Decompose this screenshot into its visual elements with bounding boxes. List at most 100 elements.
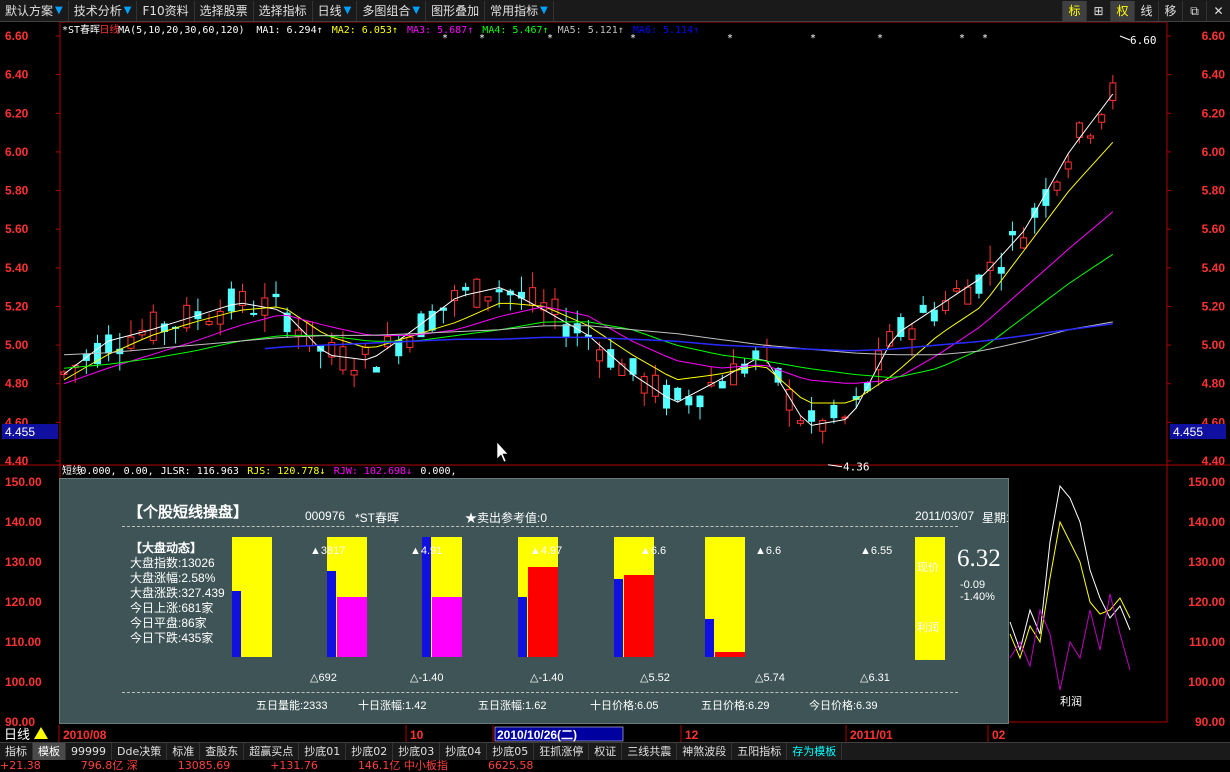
- candle-body: [484, 296, 492, 302]
- price-column: 现价 利润: [915, 537, 945, 660]
- bar-top-label: ▲4.91: [410, 545, 443, 557]
- indicator-tick-label: 120.00: [5, 595, 42, 609]
- indicator-readout: 0.000,: [80, 466, 116, 477]
- chart-period: 日线: [100, 23, 120, 36]
- candle-body: [607, 349, 615, 368]
- toolbar-button[interactable]: ✕: [1206, 1, 1230, 21]
- status-value: +131.76: [270, 760, 318, 772]
- period-warning-icon: [34, 727, 48, 739]
- candle-body: [250, 312, 258, 315]
- divider: [122, 526, 958, 527]
- template-tab[interactable]: 抄底03: [393, 743, 441, 760]
- toolbar-item[interactable]: 选择股票: [195, 0, 254, 21]
- price-tick-label: 5.20: [5, 299, 29, 313]
- template-tab[interactable]: 存为模板: [787, 743, 843, 760]
- indicator-bar: [232, 537, 272, 657]
- price-tick-label: 6.60: [1202, 29, 1226, 43]
- candle-body: [1020, 237, 1028, 249]
- candle-body: [1098, 114, 1106, 123]
- toolbar-button[interactable]: ⊞: [1086, 1, 1110, 21]
- toolbar-button[interactable]: 线: [1134, 1, 1158, 21]
- template-tab[interactable]: 查股东: [200, 743, 245, 760]
- price-change: -0.09 -1.40%: [960, 579, 995, 603]
- bar-fill: [624, 575, 654, 657]
- bar-bottom-label: △5.74: [755, 672, 785, 684]
- candle-body: [227, 288, 235, 312]
- price-tick-label: 4.40: [5, 454, 29, 468]
- mouse-cursor-icon: [496, 441, 509, 463]
- toolbar-item[interactable]: 多图组合 ▼: [357, 0, 427, 21]
- candle-body: [1109, 82, 1117, 101]
- market-line: 大盘指数:13026: [130, 556, 215, 570]
- toolbar-item[interactable]: 技术分析 ▼: [69, 0, 138, 21]
- indicator-tick-label: 110.00: [1189, 635, 1225, 649]
- signal-star-icon: *: [960, 33, 965, 44]
- profit-label: 利润: [1060, 694, 1082, 708]
- template-tab[interactable]: 抄底05: [487, 743, 535, 760]
- template-tab[interactable]: 权证: [589, 743, 623, 760]
- toolbar-item[interactable]: 默认方案 ▼: [0, 0, 69, 21]
- price-tick-label: 6.00: [5, 145, 29, 159]
- toolbar-item-label: 选择股票: [199, 3, 248, 18]
- toolbar-button[interactable]: 权: [1110, 1, 1134, 21]
- template-tab[interactable]: 狂抓涨停: [534, 743, 590, 760]
- candle-body: [618, 363, 626, 376]
- template-tab[interactable]: 超赢买点: [244, 743, 300, 760]
- ma-line: [264, 323, 1113, 352]
- price-tick-label: 5.00: [5, 338, 29, 352]
- candle-body: [216, 310, 224, 325]
- window-controls: 标 ⊞ 权线移 ⧉ ✕: [1062, 0, 1230, 22]
- ma-line: [63, 211, 1114, 385]
- toolbar-item[interactable]: 图形叠加: [426, 0, 486, 21]
- price-tick-label: 4.80: [1202, 377, 1226, 391]
- date-label: 10: [410, 728, 424, 742]
- bar-blue: [232, 591, 241, 657]
- signal-star-icon: *: [480, 33, 485, 44]
- dropdown-arrow-icon: ▼: [540, 4, 548, 16]
- candle-body: [406, 336, 414, 348]
- toolbar-item[interactable]: 选择指标: [254, 0, 313, 21]
- stock-name: *ST春晖: [355, 511, 400, 525]
- toolbar-item-label: 技术分析: [73, 3, 122, 18]
- signal-star-icon: *: [728, 33, 733, 44]
- template-tab[interactable]: 三线共震: [622, 743, 678, 760]
- toolbar-item[interactable]: 日线 ▼: [313, 0, 358, 21]
- candle-body: [372, 366, 380, 373]
- toolbar-button[interactable]: 移: [1158, 1, 1182, 21]
- candle-body: [718, 381, 726, 389]
- toolbar-item-label: 多图组合: [362, 3, 411, 18]
- price-tick-label: 6.00: [1202, 145, 1226, 159]
- template-tab[interactable]: 模板: [33, 743, 66, 760]
- period-badge[interactable]: 日线: [4, 727, 30, 742]
- template-tab[interactable]: 神煞波段: [677, 743, 733, 760]
- bar-blue: [518, 597, 527, 657]
- template-tab[interactable]: 99999: [66, 743, 112, 760]
- candle-body: [1064, 161, 1072, 170]
- toolbar-button[interactable]: ⧉: [1182, 1, 1206, 21]
- template-tab[interactable]: 标准: [167, 743, 201, 760]
- indicator-readout: 0.00,: [124, 466, 154, 477]
- price-column-top: 现价: [917, 562, 939, 574]
- candle-body: [685, 396, 693, 406]
- candle-body: [997, 266, 1005, 274]
- template-tab[interactable]: 五阳指标: [732, 743, 788, 760]
- template-tab[interactable]: 抄底04: [440, 743, 488, 760]
- date-label: 12: [685, 728, 699, 742]
- candle-body: [361, 346, 369, 355]
- candle-body: [919, 304, 927, 313]
- date-label: 2010/08: [63, 728, 107, 742]
- template-tab[interactable]: 指标: [0, 743, 33, 760]
- template-tab[interactable]: 抄底02: [346, 743, 394, 760]
- indicator-tick-label: 150.00: [5, 475, 42, 489]
- indicator-bar: [705, 537, 745, 657]
- template-tab[interactable]: 抄底01: [299, 743, 347, 760]
- price-column-bottom: 利润: [917, 622, 939, 634]
- template-tab[interactable]: Dde决策: [112, 743, 168, 760]
- bar-fill: [528, 567, 558, 657]
- signal-star-icon: *: [878, 33, 883, 44]
- toolbar-item[interactable]: F10资料: [137, 0, 195, 21]
- candles: [60, 74, 1117, 444]
- toolbar-button[interactable]: 标: [1062, 1, 1086, 21]
- candle-body: [640, 376, 648, 394]
- toolbar-item[interactable]: 常用指标 ▼: [485, 0, 554, 21]
